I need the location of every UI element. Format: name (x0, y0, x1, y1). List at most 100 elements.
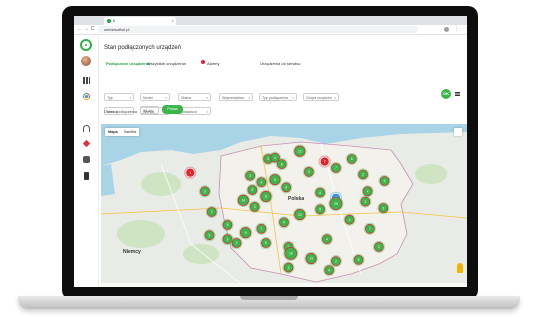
map-marker-count: 4 (367, 189, 369, 193)
map-marker-count: 9 (245, 231, 247, 235)
map-marker-count: 4 (326, 237, 328, 241)
map-marker-count: 6 (319, 208, 321, 212)
chrome-icon[interactable] (83, 93, 90, 100)
map-marker-count: 7 (369, 227, 371, 231)
map-type-map-button[interactable]: Mapa (105, 128, 121, 136)
tab-service-devices[interactable]: Urządzenia do serwisu (260, 61, 300, 66)
map-marker-18[interactable]: 8 (314, 186, 327, 199)
fullscreen-button[interactable] (454, 128, 462, 136)
map-marker-count: 4 (274, 156, 276, 160)
tag-icon[interactable] (82, 139, 91, 148)
map-marker-27[interactable]: 2 (203, 229, 216, 242)
dashboard-icon[interactable] (83, 77, 90, 84)
filter-status[interactable]: Status ▾ (178, 93, 211, 101)
map-marker-34[interactable]: 3 (343, 213, 356, 226)
map-marker-6[interactable]: 12 (293, 144, 307, 158)
map-marker-count: 1 (189, 171, 191, 175)
map-marker-42[interactable]: 3 (359, 195, 372, 208)
map-marker-10[interactable]: 3 (302, 165, 315, 178)
map-marker-23[interactable]: 4 (277, 216, 291, 229)
screen: fi × ← → C cerbeisoftwi.pl ⋮ Stan podłąc… (74, 16, 467, 287)
map-marker-count: 6 (351, 157, 353, 161)
list-view-icon[interactable] (455, 92, 460, 96)
map-type-satellite-button[interactable]: Satelita (121, 128, 140, 136)
map-marker-count: 2 (209, 233, 211, 237)
map-marker-count: 2 (378, 245, 380, 249)
map-marker-47[interactable]: 3 (282, 261, 295, 274)
map-marker-17[interactable]: 3 (248, 200, 261, 213)
map-marker-33[interactable]: 7 (363, 222, 376, 235)
map-marker-38[interactable]: 3 (377, 201, 390, 215)
map-marker-count: 3 (288, 266, 290, 270)
url-input[interactable]: cerbeisoftwi.pl (98, 26, 418, 33)
map-marker-25[interactable]: 9 (238, 225, 253, 240)
forward-icon[interactable]: → (84, 26, 89, 33)
tab-title: fi (113, 18, 115, 23)
map-marker-count: 10 (298, 213, 302, 217)
map-marker-22[interactable]: 10 (293, 207, 307, 222)
phone-icon[interactable] (84, 172, 89, 180)
headset-icon[interactable] (83, 125, 90, 132)
map-marker-7[interactable]: 2 (318, 155, 331, 168)
map-marker-44[interactable]: 3 (198, 185, 212, 198)
map-marker-13[interactable]: 6 (280, 181, 293, 194)
tab-all-devices[interactable]: Wszystkie urządzenia (147, 61, 186, 66)
map-marker-14[interactable]: 5 (246, 183, 259, 197)
filter-connection-type[interactable]: Typ podłączenia ▾ (259, 93, 297, 101)
map-marker-count: 9 (274, 178, 276, 182)
map-marker-35[interactable]: 5 (352, 253, 365, 266)
avatar[interactable] (81, 56, 91, 66)
map-marker-36[interactable]: 2 (372, 240, 385, 253)
page-title: Stan podłączonych urządzeń (104, 45, 182, 51)
tab-connected-devices[interactable]: Podłączone urządzenia (106, 61, 150, 66)
map-marker-8[interactable]: 6 (345, 152, 358, 166)
map-marker-20[interactable]: 25 (328, 196, 344, 212)
map-marker-40[interactable]: 2 (356, 168, 370, 181)
map-marker-41[interactable]: 4 (361, 185, 374, 198)
laptop-frame: fi × ← → C cerbeisoftwi.pl ⋮ Stan podłąc… (0, 0, 538, 317)
map-marker-46[interactable]: 2 (230, 236, 243, 250)
map-marker-39[interactable]: 6 (378, 174, 391, 188)
map-marker-45[interactable]: 5 (221, 218, 234, 232)
map-marker-28[interactable]: 5 (259, 236, 273, 250)
browser-menu-icon[interactable]: ⋮ (454, 26, 459, 33)
map-marker-count: 3 (383, 206, 385, 210)
map-marker-31[interactable]: 13 (304, 251, 318, 266)
browser-tab[interactable]: fi × (104, 17, 176, 25)
map-marker-5[interactable]: 4 (268, 151, 282, 164)
apply-filters-button[interactable]: OK (441, 89, 451, 99)
street-view-icon[interactable] (457, 263, 463, 273)
map[interactable]: 1538412267394651114382256104793256181347… (101, 124, 467, 287)
date-range-select[interactable]: 30 dni (140, 106, 159, 114)
map-marker-30[interactable]: 18 (283, 245, 299, 261)
puzzle-icon[interactable] (83, 156, 90, 163)
map-marker-21[interactable]: 6 (314, 203, 327, 216)
map-marker-15[interactable]: 11 (259, 189, 273, 204)
filter-device-group[interactable]: Grupa urządzeń ▾ (303, 93, 339, 101)
show-button[interactable]: Pokaż (162, 105, 183, 114)
map-marker-32[interactable]: 4 (320, 233, 334, 246)
map-canvas[interactable]: 1538412267394651114382256104793256181347… (101, 124, 467, 287)
map-marker-1[interactable]: 1 (184, 166, 197, 179)
map-marker-48[interactable]: 2 (329, 255, 343, 268)
map-marker-count: 18 (289, 252, 293, 256)
map-marker-count: 7 (261, 227, 263, 231)
map-marker-3[interactable]: 3 (244, 169, 257, 182)
filter-model[interactable]: Model ▾ (140, 93, 170, 101)
filter-region[interactable]: Województwo ▾ (219, 93, 253, 101)
map-marker-count: 3 (227, 237, 229, 241)
map-marker-24[interactable]: 7 (255, 222, 268, 235)
extension-icon[interactable] (444, 27, 449, 32)
map-marker-11[interactable]: 9 (268, 172, 282, 187)
reload-icon[interactable]: C (91, 26, 95, 33)
filter-type[interactable]: Typ ▾ (104, 93, 134, 101)
sidebar (74, 35, 99, 287)
map-marker-43[interactable]: 2 (205, 205, 218, 219)
map-marker-16[interactable]: 14 (236, 193, 251, 208)
close-icon[interactable]: × (172, 17, 174, 25)
map-marker-count: 5 (358, 258, 360, 262)
map-marker-9[interactable]: 7 (329, 161, 343, 175)
tab-alarms[interactable]: Alarmy (207, 61, 219, 66)
app-logo[interactable] (80, 39, 92, 51)
back-icon[interactable]: ← (77, 26, 82, 33)
